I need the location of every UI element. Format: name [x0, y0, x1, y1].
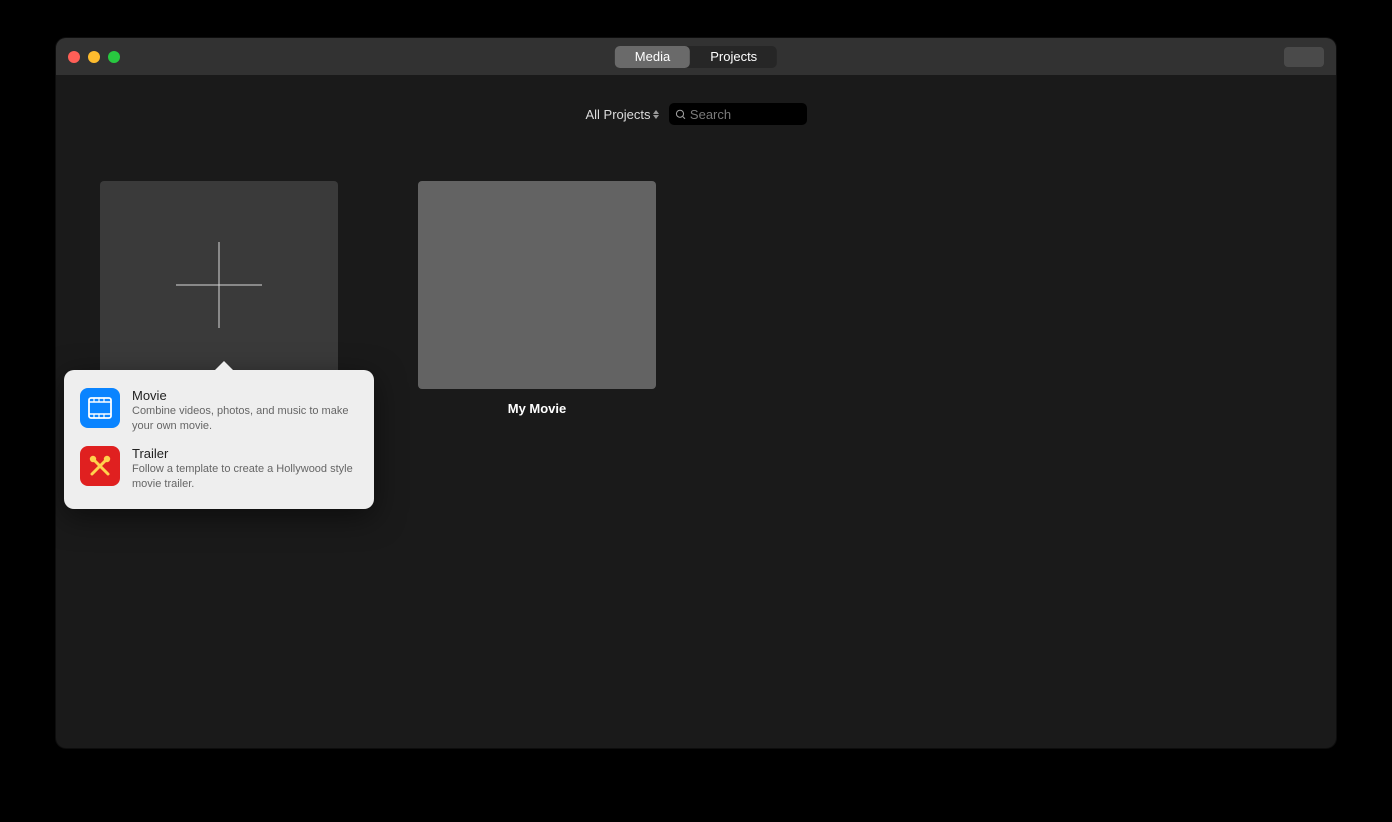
- movie-option-text: Movie Combine videos, photos, and music …: [132, 388, 358, 434]
- new-trailer-option[interactable]: Trailer Follow a template to create a Ho…: [78, 440, 360, 498]
- new-movie-option[interactable]: Movie Combine videos, photos, and music …: [78, 382, 360, 440]
- maximize-button[interactable]: [108, 51, 120, 63]
- trailer-option-desc: Follow a template to create a Hollywood …: [132, 462, 358, 492]
- window-controls: [56, 51, 120, 63]
- close-button[interactable]: [68, 51, 80, 63]
- projects-filter-dropdown[interactable]: All Projects: [585, 107, 658, 122]
- filter-dropdown-label: All Projects: [585, 107, 650, 122]
- titlebar: Media Projects: [56, 38, 1336, 75]
- new-project-thumb[interactable]: [100, 181, 338, 389]
- project-title: My Movie: [508, 401, 567, 416]
- movie-icon: [80, 388, 120, 428]
- search-field[interactable]: [669, 103, 807, 125]
- trailer-option-title: Trailer: [132, 446, 358, 461]
- plus-icon: [176, 242, 262, 328]
- new-project-popover: Movie Combine videos, photos, and music …: [64, 370, 374, 509]
- project-tile[interactable]: My Movie: [418, 181, 656, 416]
- project-thumbnail[interactable]: [418, 181, 656, 389]
- tab-media[interactable]: Media: [615, 46, 690, 68]
- sort-updown-icon: [653, 110, 659, 119]
- search-icon: [675, 108, 686, 121]
- trailer-icon: [80, 446, 120, 486]
- view-tabs: Media Projects: [615, 46, 777, 68]
- movie-option-desc: Combine videos, photos, and music to mak…: [132, 404, 358, 434]
- filter-bar: All Projects: [56, 75, 1336, 133]
- tab-projects[interactable]: Projects: [690, 46, 777, 68]
- minimize-button[interactable]: [88, 51, 100, 63]
- search-input[interactable]: [690, 107, 801, 122]
- trailer-option-text: Trailer Follow a template to create a Ho…: [132, 446, 358, 492]
- movie-option-title: Movie: [132, 388, 358, 403]
- share-button[interactable]: [1284, 47, 1324, 67]
